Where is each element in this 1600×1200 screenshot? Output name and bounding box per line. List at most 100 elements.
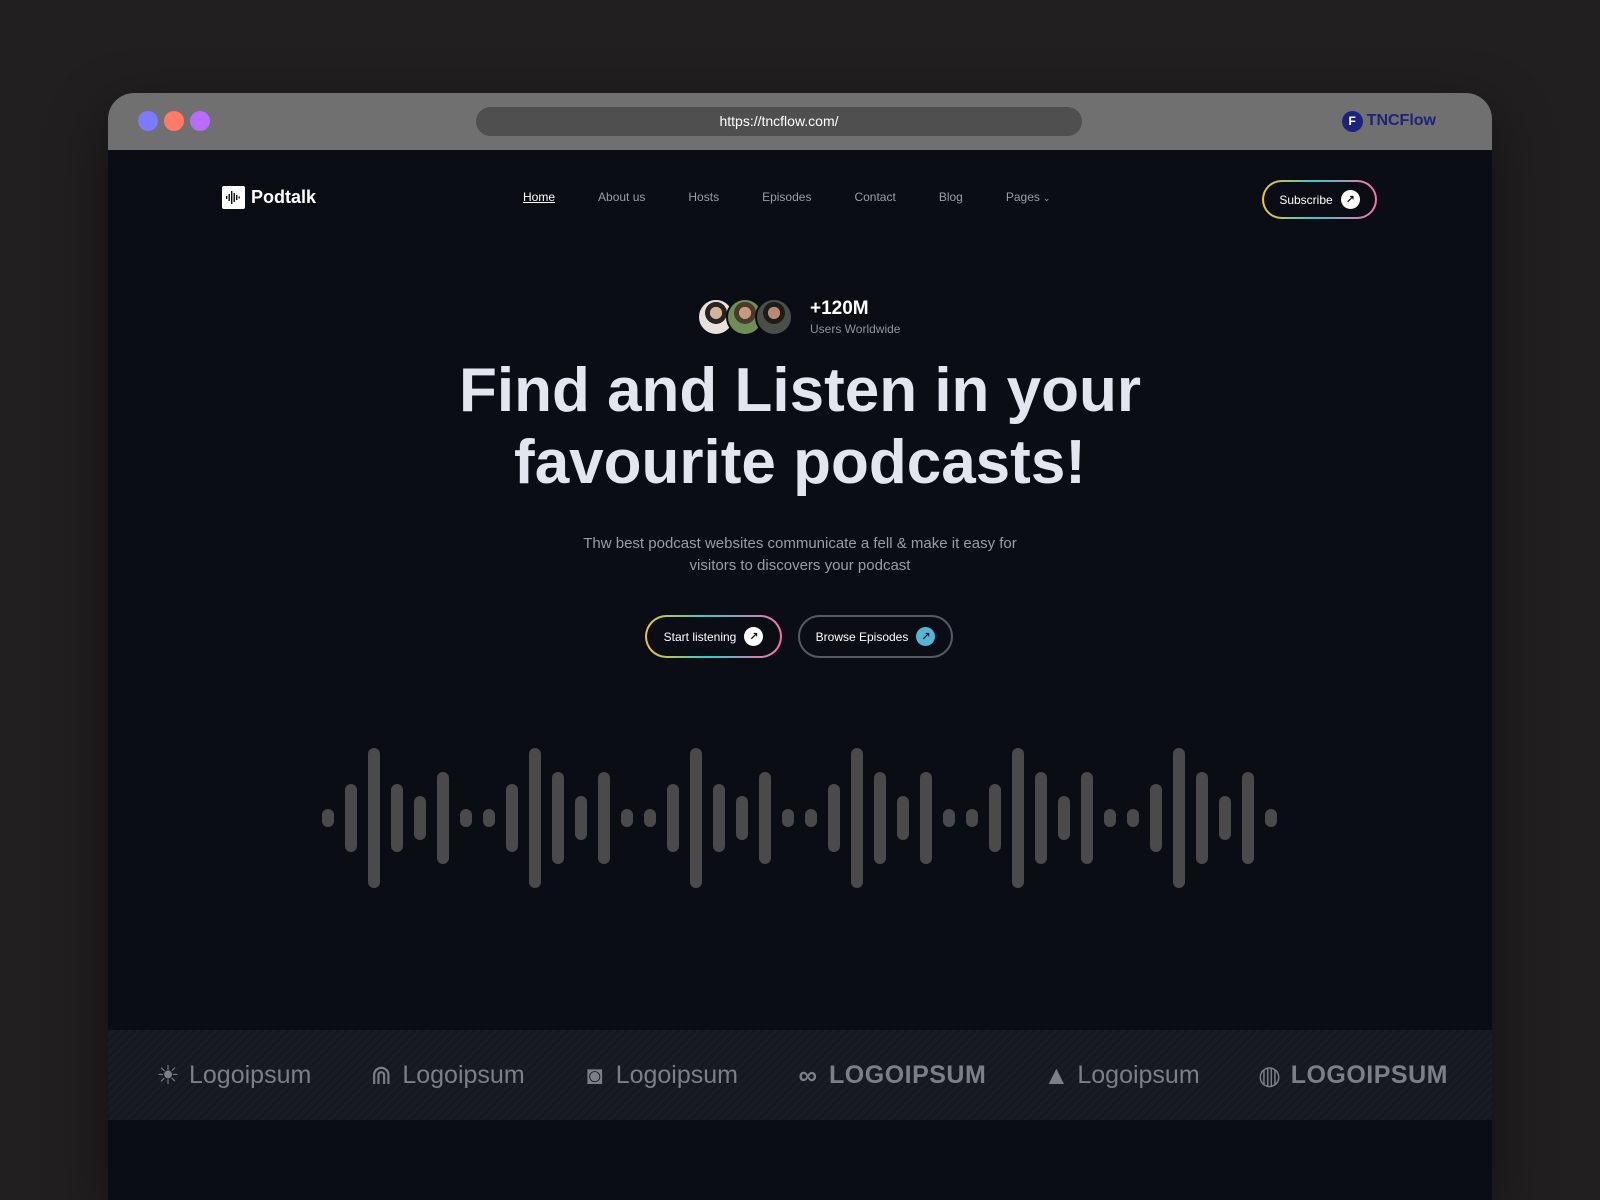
partner-logo-name: Logoipsum: [615, 1060, 738, 1089]
wave-bar: [552, 772, 564, 864]
tncflow-logo-icon: F: [1341, 110, 1363, 132]
wave-bar: [598, 772, 610, 864]
wave-bar: [1150, 784, 1162, 852]
chevron-down-icon: ⌄: [1042, 193, 1051, 203]
wave-bar: [460, 809, 472, 827]
nav-hosts[interactable]: Hosts: [688, 190, 719, 204]
wave-bar: [391, 784, 403, 852]
wave-bar: [1035, 772, 1047, 864]
soundwave-graphic: [322, 748, 1277, 888]
browser-chrome: https://tncflow.com/ F TNCFlow: [108, 93, 1492, 150]
partner-logos-strip: ☀ Logoipsum ⋒ Logoipsum ◙ Logoipsum ∞ LOGOIPSUM…: [108, 1030, 1492, 1120]
arrow-up-right-icon: ↗: [1340, 190, 1360, 209]
wave-bar: [920, 772, 932, 864]
subscribe-label: Subscribe: [1279, 192, 1333, 207]
hero-subtitle: Thw best podcast websites communicate a …: [108, 533, 1492, 577]
wave-bar: [483, 809, 495, 827]
tncflow-brand: F TNCFlow: [1341, 109, 1436, 133]
soundwave-logo-icon: [222, 186, 245, 209]
wave-bar: [1081, 772, 1093, 864]
nav-episodes[interactable]: Episodes: [762, 190, 811, 204]
browse-episodes-label: Browse Episodes: [815, 629, 909, 644]
hero-subtitle-line-1: Thw best podcast websites communicate a …: [583, 535, 1017, 552]
hero-title: Find and Listen in your favourite podcas…: [108, 355, 1492, 499]
wave-bar: [621, 809, 633, 827]
infinity-logo-icon: ∞: [798, 1060, 818, 1090]
partner-logo: ⋒ Logoipsum: [365, 1059, 524, 1091]
partner-logo-name: LOGOIPSUM: [1290, 1060, 1448, 1089]
wave-bar: [1196, 772, 1208, 864]
arrow-up-right-icon: ↗: [744, 627, 764, 646]
wave-bar: [759, 772, 771, 864]
hero-title-line-2: favourite podcasts!: [514, 428, 1086, 497]
partner-logo-name: Logoipsum: [189, 1060, 312, 1089]
window-minimize-dot[interactable]: [164, 111, 184, 131]
partner-logo-name: LOGOIPSUM: [829, 1060, 987, 1089]
wave-bar: [1265, 809, 1277, 827]
wave-bar: [368, 748, 380, 888]
wave-bar: [1058, 796, 1070, 840]
subscribe-button[interactable]: Subscribe ↗: [1262, 180, 1377, 219]
podtalk-logo[interactable]: Podtalk: [222, 186, 316, 209]
wave-bar: [1012, 748, 1024, 888]
url-bar[interactable]: https://tncflow.com/: [476, 107, 1082, 136]
partner-logo-name: Logoipsum: [1077, 1060, 1200, 1089]
partner-logo: ∞ LOGOIPSUM: [792, 1059, 986, 1091]
users-label: Users Worldwide: [810, 322, 901, 336]
wave-bar: [529, 748, 541, 888]
wave-bar: [437, 772, 449, 864]
wave-bar: [782, 809, 794, 827]
partner-logo-name: Logoipsum: [402, 1060, 525, 1089]
wave-bar: [874, 772, 886, 864]
wave-bar: [322, 809, 334, 827]
browser-window: https://tncflow.com/ F TNCFlow Podtalk H…: [108, 93, 1492, 1200]
tncflow-brand-name: TNCFlow: [1366, 112, 1436, 129]
hero-subtitle-line-2: visitors to discovers your podcast: [689, 557, 911, 574]
start-listening-label: Start listening: [663, 629, 737, 644]
wave-bar: [644, 809, 656, 827]
wave-bar: [667, 784, 679, 852]
nav-pages[interactable]: Pages ⌄: [1006, 190, 1051, 204]
nav-pages-label: Pages: [1005, 190, 1040, 204]
wave-bar: [345, 784, 357, 852]
arrow-up-right-icon: ↗: [916, 627, 936, 646]
window-maximize-dot[interactable]: [190, 111, 210, 131]
users-count: +120M: [810, 298, 869, 319]
partner-logo: ◙ Logoipsum: [579, 1059, 738, 1091]
sun-logo-icon: ☀: [156, 1060, 180, 1090]
wave-bar: [1173, 748, 1185, 888]
nav-contact[interactable]: Contact: [854, 190, 895, 204]
logo-text: Podtalk: [251, 187, 317, 207]
partner-logo: ◍ LOGOIPSUM: [1254, 1059, 1448, 1091]
hero-title-line-1: Find and Listen in your: [459, 356, 1141, 425]
partner-logo: ▲ Logoipsum: [1040, 1059, 1199, 1091]
window-close-dot[interactable]: [138, 111, 158, 131]
nav-about-us[interactable]: About us: [598, 190, 645, 204]
wave-bar: [506, 784, 518, 852]
wave-bar: [1104, 809, 1116, 827]
circle-square-logo-icon: ◙: [586, 1060, 603, 1090]
swirl-logo-icon: ◍: [1258, 1060, 1282, 1090]
users-stat: +120M Users Worldwide: [697, 298, 900, 336]
partner-logo: ☀ Logoipsum: [152, 1059, 311, 1091]
wave-bar: [690, 748, 702, 888]
nav-home[interactable]: Home: [523, 190, 555, 204]
browse-episodes-button[interactable]: Browse Episodes ↗: [798, 615, 953, 658]
podtalk-page: Podtalk Home About us Hosts Episodes Con…: [108, 150, 1492, 1200]
start-listening-button[interactable]: Start listening ↗: [645, 615, 782, 658]
wave-bar: [851, 748, 863, 888]
wave-bar: [805, 809, 817, 827]
main-nav: Home About us Hosts Episodes Contact Blo…: [523, 190, 1093, 204]
wave-bar: [1219, 796, 1231, 840]
wave-bar: [966, 809, 978, 827]
wave-bar: [736, 796, 748, 840]
wave-bar: [1242, 772, 1254, 864]
wave-bar: [414, 796, 426, 840]
wave-bar: [989, 784, 1001, 852]
triangle-logo-icon: ▲: [1043, 1060, 1070, 1090]
wave-bar: [897, 796, 909, 840]
arch-logo-icon: ⋒: [370, 1060, 393, 1090]
nav-blog[interactable]: Blog: [939, 190, 963, 204]
wave-bar: [713, 784, 725, 852]
avatar: [755, 298, 793, 336]
